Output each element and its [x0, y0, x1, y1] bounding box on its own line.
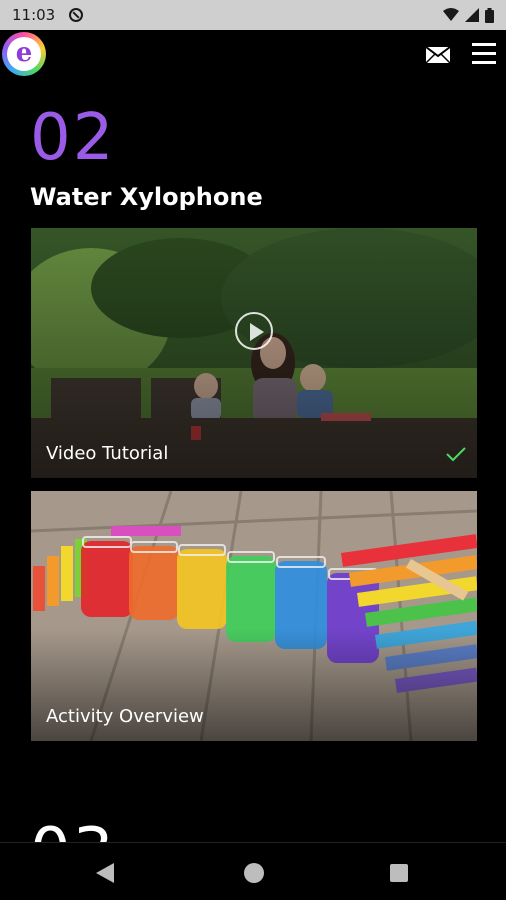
signal-icon [465, 8, 479, 22]
status-bar: 11:03 [0, 0, 506, 30]
do-not-disturb-icon [69, 8, 84, 22]
check-icon [446, 447, 466, 462]
system-nav-bar [0, 842, 506, 900]
back-icon[interactable] [96, 863, 114, 883]
app-bar: e [0, 30, 506, 80]
recents-icon[interactable] [390, 864, 408, 882]
activity-overview-card[interactable]: Activity Overview [31, 491, 477, 741]
logo-letter: e [15, 37, 33, 68]
battery-icon [485, 7, 494, 23]
activity-overview-label: Activity Overview [46, 706, 204, 727]
home-icon[interactable] [244, 863, 264, 883]
activity-title: Water Xylophone [30, 183, 263, 211]
play-icon[interactable] [235, 312, 273, 350]
status-time: 11:03 [12, 6, 56, 24]
video-tutorial-card[interactable]: Video Tutorial [31, 228, 477, 478]
video-tutorial-label: Video Tutorial [46, 443, 169, 464]
wifi-icon [443, 8, 459, 21]
hamburger-menu-icon[interactable] [470, 40, 498, 68]
mail-icon[interactable] [425, 46, 451, 64]
activity-number: 02 [30, 101, 116, 175]
app-logo[interactable]: e [2, 32, 46, 76]
